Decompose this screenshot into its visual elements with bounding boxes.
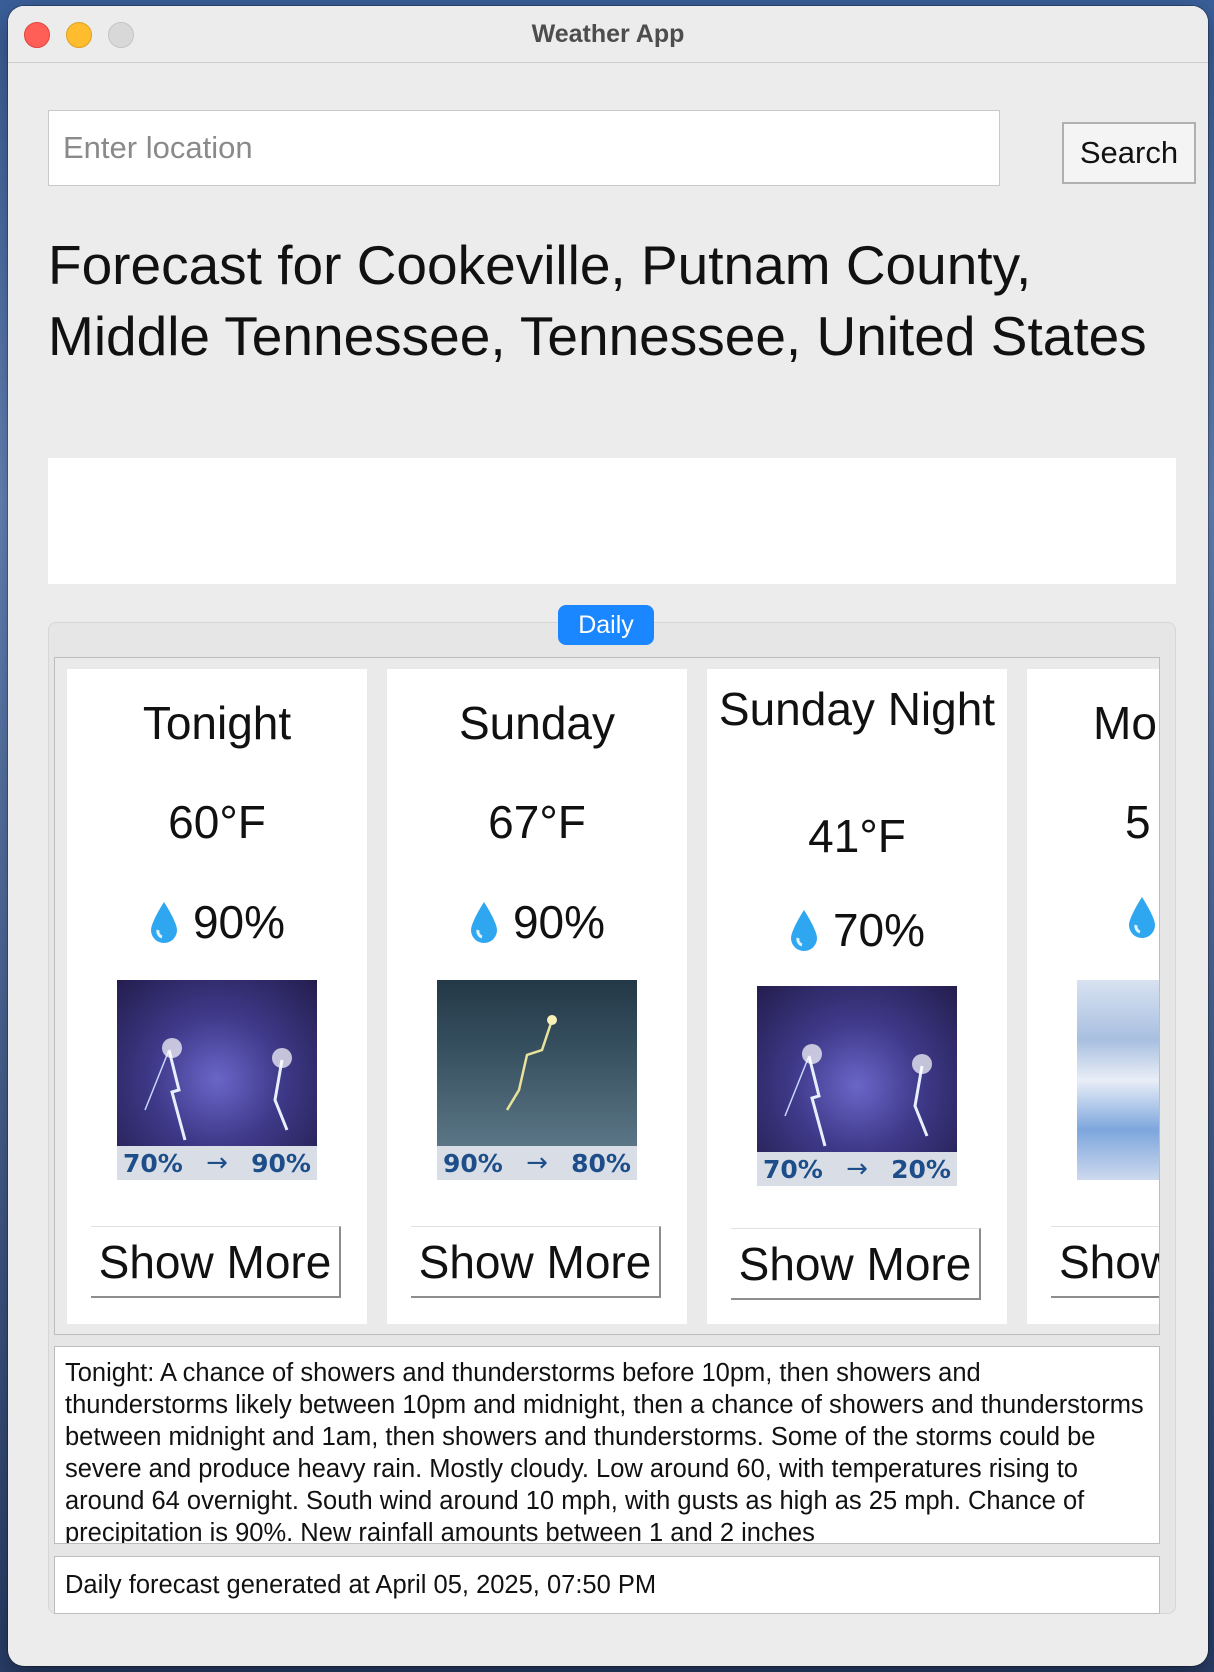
card-precipitation: 90%	[387, 895, 687, 949]
search-bar: Search	[48, 110, 1196, 186]
card-period: Sunday	[458, 697, 615, 749]
forecast-card: Sunday 67°F 90% 90% → 80% Show More	[387, 669, 687, 1324]
card-precip-value: 90%	[192, 896, 286, 948]
forecast-heading: Forecast for Cookeville, Putnam County, …	[48, 234, 1147, 367]
image-to-value: 80%	[571, 1148, 631, 1178]
weather-image-cloudy	[1077, 980, 1159, 1180]
title-bar: Weather App	[8, 6, 1208, 63]
card-precipitation: 70%	[707, 903, 1007, 957]
forecast-detail-text: Tonight: A chance of showers and thunder…	[54, 1346, 1160, 1544]
water-drop-icon	[790, 910, 817, 951]
location-input[interactable]	[48, 110, 1000, 186]
show-more-button[interactable]: Show More	[411, 1226, 661, 1298]
show-more-button[interactable]: Show More	[731, 1228, 981, 1300]
card-temperature: 67°F	[488, 796, 586, 848]
image-to-value: 90%	[251, 1148, 311, 1178]
search-button[interactable]: Search	[1062, 122, 1196, 184]
card-precipitation	[1027, 895, 1159, 939]
window-title: Weather App	[531, 20, 685, 48]
weather-image-thunderstorm: 70% → 90%	[117, 980, 317, 1180]
card-period: Sunday Night	[718, 683, 996, 735]
weather-image-rain-thunder: 90% → 80%	[437, 980, 637, 1180]
forecast-card: Mo 5 Show	[1027, 669, 1159, 1324]
image-from-value: 70%	[763, 1154, 823, 1184]
image-to-value: 20%	[891, 1154, 951, 1184]
card-temperature: 60°F	[168, 796, 266, 848]
show-more-button[interactable]: Show	[1051, 1226, 1159, 1298]
footer-status: Daily forecast generated at April 05, 20…	[54, 1556, 1160, 1614]
card-temperature: 5	[1125, 796, 1151, 848]
water-drop-icon	[1129, 897, 1155, 938]
forecast-card: Sunday Night 41°F 70% 70% → 20% Show More	[707, 669, 1007, 1324]
alert-area	[48, 458, 1176, 584]
image-from-value: 90%	[443, 1148, 503, 1178]
forecast-cards-scroller[interactable]: Tonight 60°F 90% 70% → 90% Show More Sunda…	[54, 657, 1160, 1335]
water-drop-icon	[470, 902, 497, 943]
card-period: Tonight	[142, 697, 292, 749]
card-period: Mo	[1093, 697, 1157, 749]
show-more-button[interactable]: Show More	[91, 1226, 341, 1298]
card-precip-value: 90%	[512, 896, 606, 948]
weather-image-thunderstorm: 70% → 20%	[757, 986, 957, 1186]
image-from-value: 70%	[123, 1148, 183, 1178]
forecast-card: Tonight 60°F 90% 70% → 90% Show More	[67, 669, 367, 1324]
card-precip-value: 70%	[832, 904, 926, 956]
tab-daily[interactable]: Daily	[558, 605, 654, 645]
water-drop-icon	[150, 902, 177, 943]
card-temperature: 41°F	[808, 810, 906, 862]
card-precipitation: 90%	[67, 895, 367, 949]
